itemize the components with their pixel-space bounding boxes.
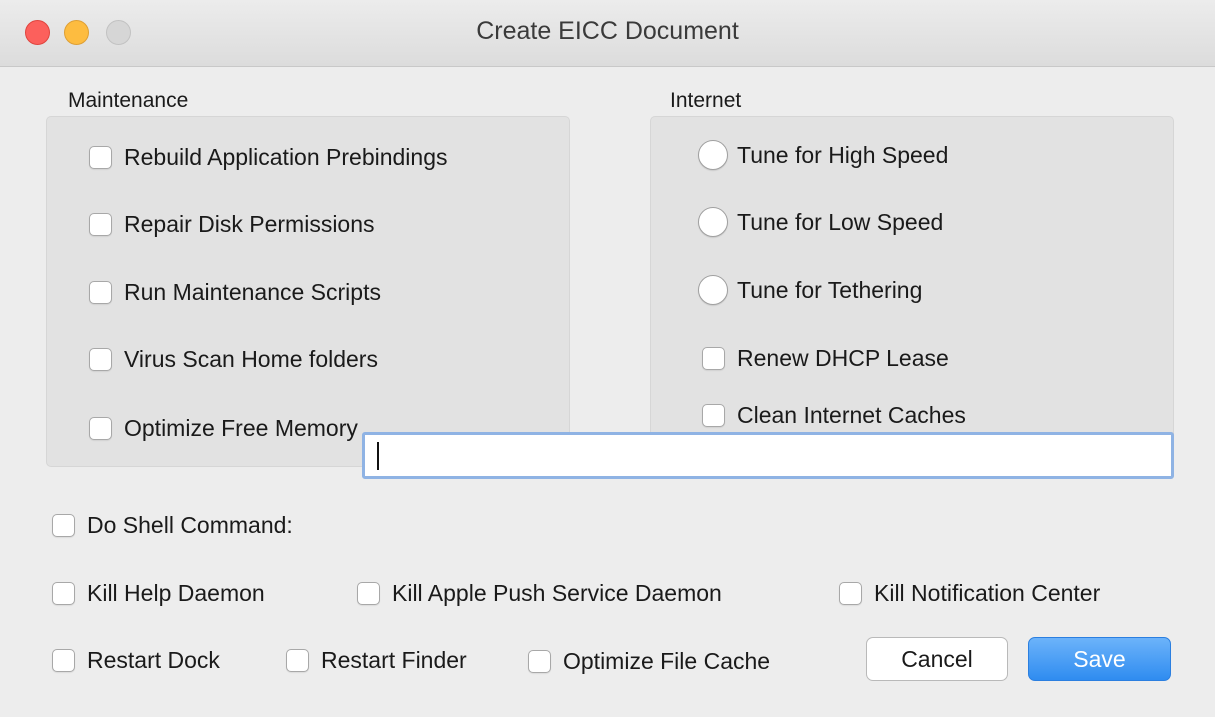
renew-dhcp-checkbox[interactable] bbox=[702, 347, 725, 370]
restart-finder-label: Restart Finder bbox=[321, 647, 467, 673]
maintenance-group-label: Maintenance bbox=[68, 89, 189, 112]
rebuild-prebindings-label: Rebuild Application Prebindings bbox=[124, 144, 448, 170]
renew-dhcp-label: Renew DHCP Lease bbox=[737, 345, 949, 371]
repair-permissions-label: Repair Disk Permissions bbox=[124, 211, 375, 237]
tune-tethering-label: Tune for Tethering bbox=[737, 276, 923, 303]
tune-low-speed-option[interactable]: Tune for Low Speed bbox=[698, 207, 943, 237]
restart-finder-option[interactable]: Restart Finder bbox=[286, 647, 467, 674]
maintenance-scripts-checkbox[interactable] bbox=[89, 281, 112, 304]
kill-notification-center-checkbox[interactable] bbox=[839, 582, 862, 605]
title-bar: Create EICC Document bbox=[0, 0, 1215, 67]
tune-tethering-option[interactable]: Tune for Tethering bbox=[698, 275, 922, 305]
window-body: Maintenance Rebuild Application Prebindi… bbox=[0, 67, 1215, 717]
repair-permissions-option[interactable]: Repair Disk Permissions bbox=[89, 211, 375, 238]
rebuild-prebindings-option[interactable]: Rebuild Application Prebindings bbox=[89, 144, 448, 171]
optimize-memory-option[interactable]: Optimize Free Memory bbox=[89, 415, 358, 442]
virus-scan-label: Virus Scan Home folders bbox=[124, 346, 378, 372]
restart-dock-option[interactable]: Restart Dock bbox=[52, 647, 220, 674]
shell-command-checkbox[interactable] bbox=[52, 514, 75, 537]
optimize-memory-label: Optimize Free Memory bbox=[124, 415, 358, 441]
kill-help-daemon-label: Kill Help Daemon bbox=[87, 580, 265, 606]
kill-notification-center-option[interactable]: Kill Notification Center bbox=[839, 580, 1100, 607]
virus-scan-checkbox[interactable] bbox=[89, 348, 112, 371]
kill-help-daemon-option[interactable]: Kill Help Daemon bbox=[52, 580, 265, 607]
tune-low-speed-radio[interactable] bbox=[698, 207, 728, 237]
repair-permissions-checkbox[interactable] bbox=[89, 213, 112, 236]
maintenance-scripts-label: Run Maintenance Scripts bbox=[124, 279, 381, 305]
shell-command-input[interactable] bbox=[362, 432, 1174, 479]
renew-dhcp-option[interactable]: Renew DHCP Lease bbox=[702, 345, 949, 372]
shell-command-option[interactable]: Do Shell Command: bbox=[52, 512, 293, 539]
tune-tethering-radio[interactable] bbox=[698, 275, 728, 305]
optimize-memory-checkbox[interactable] bbox=[89, 417, 112, 440]
shell-command-label: Do Shell Command: bbox=[87, 512, 293, 538]
window-title: Create EICC Document bbox=[476, 17, 739, 45]
cancel-button[interactable]: Cancel bbox=[866, 637, 1008, 681]
clean-caches-label: Clean Internet Caches bbox=[737, 402, 966, 428]
tune-high-speed-label: Tune for High Speed bbox=[737, 141, 949, 168]
save-button[interactable]: Save bbox=[1028, 637, 1171, 681]
internet-group-label: Internet bbox=[670, 89, 742, 112]
tune-low-speed-label: Tune for Low Speed bbox=[737, 208, 944, 235]
clean-caches-checkbox[interactable] bbox=[702, 404, 725, 427]
maintenance-scripts-option[interactable]: Run Maintenance Scripts bbox=[89, 279, 381, 306]
tune-high-speed-radio[interactable] bbox=[698, 140, 728, 170]
kill-notification-center-label: Kill Notification Center bbox=[874, 580, 1101, 606]
virus-scan-option[interactable]: Virus Scan Home folders bbox=[89, 346, 378, 373]
kill-push-daemon-option[interactable]: Kill Apple Push Service Daemon bbox=[357, 580, 722, 607]
kill-help-daemon-checkbox[interactable] bbox=[52, 582, 75, 605]
kill-push-daemon-checkbox[interactable] bbox=[357, 582, 380, 605]
tune-high-speed-option[interactable]: Tune for High Speed bbox=[698, 140, 948, 170]
rebuild-prebindings-checkbox[interactable] bbox=[89, 146, 112, 169]
optimize-file-cache-label: Optimize File Cache bbox=[563, 648, 771, 674]
clean-caches-option[interactable]: Clean Internet Caches bbox=[702, 402, 966, 429]
optimize-file-cache-checkbox[interactable] bbox=[528, 650, 551, 673]
restart-dock-label: Restart Dock bbox=[87, 647, 220, 673]
optimize-file-cache-option[interactable]: Optimize File Cache bbox=[528, 648, 770, 675]
restart-finder-checkbox[interactable] bbox=[286, 649, 309, 672]
text-caret bbox=[377, 442, 379, 470]
kill-push-daemon-label: Kill Apple Push Service Daemon bbox=[392, 580, 722, 606]
restart-dock-checkbox[interactable] bbox=[52, 649, 75, 672]
